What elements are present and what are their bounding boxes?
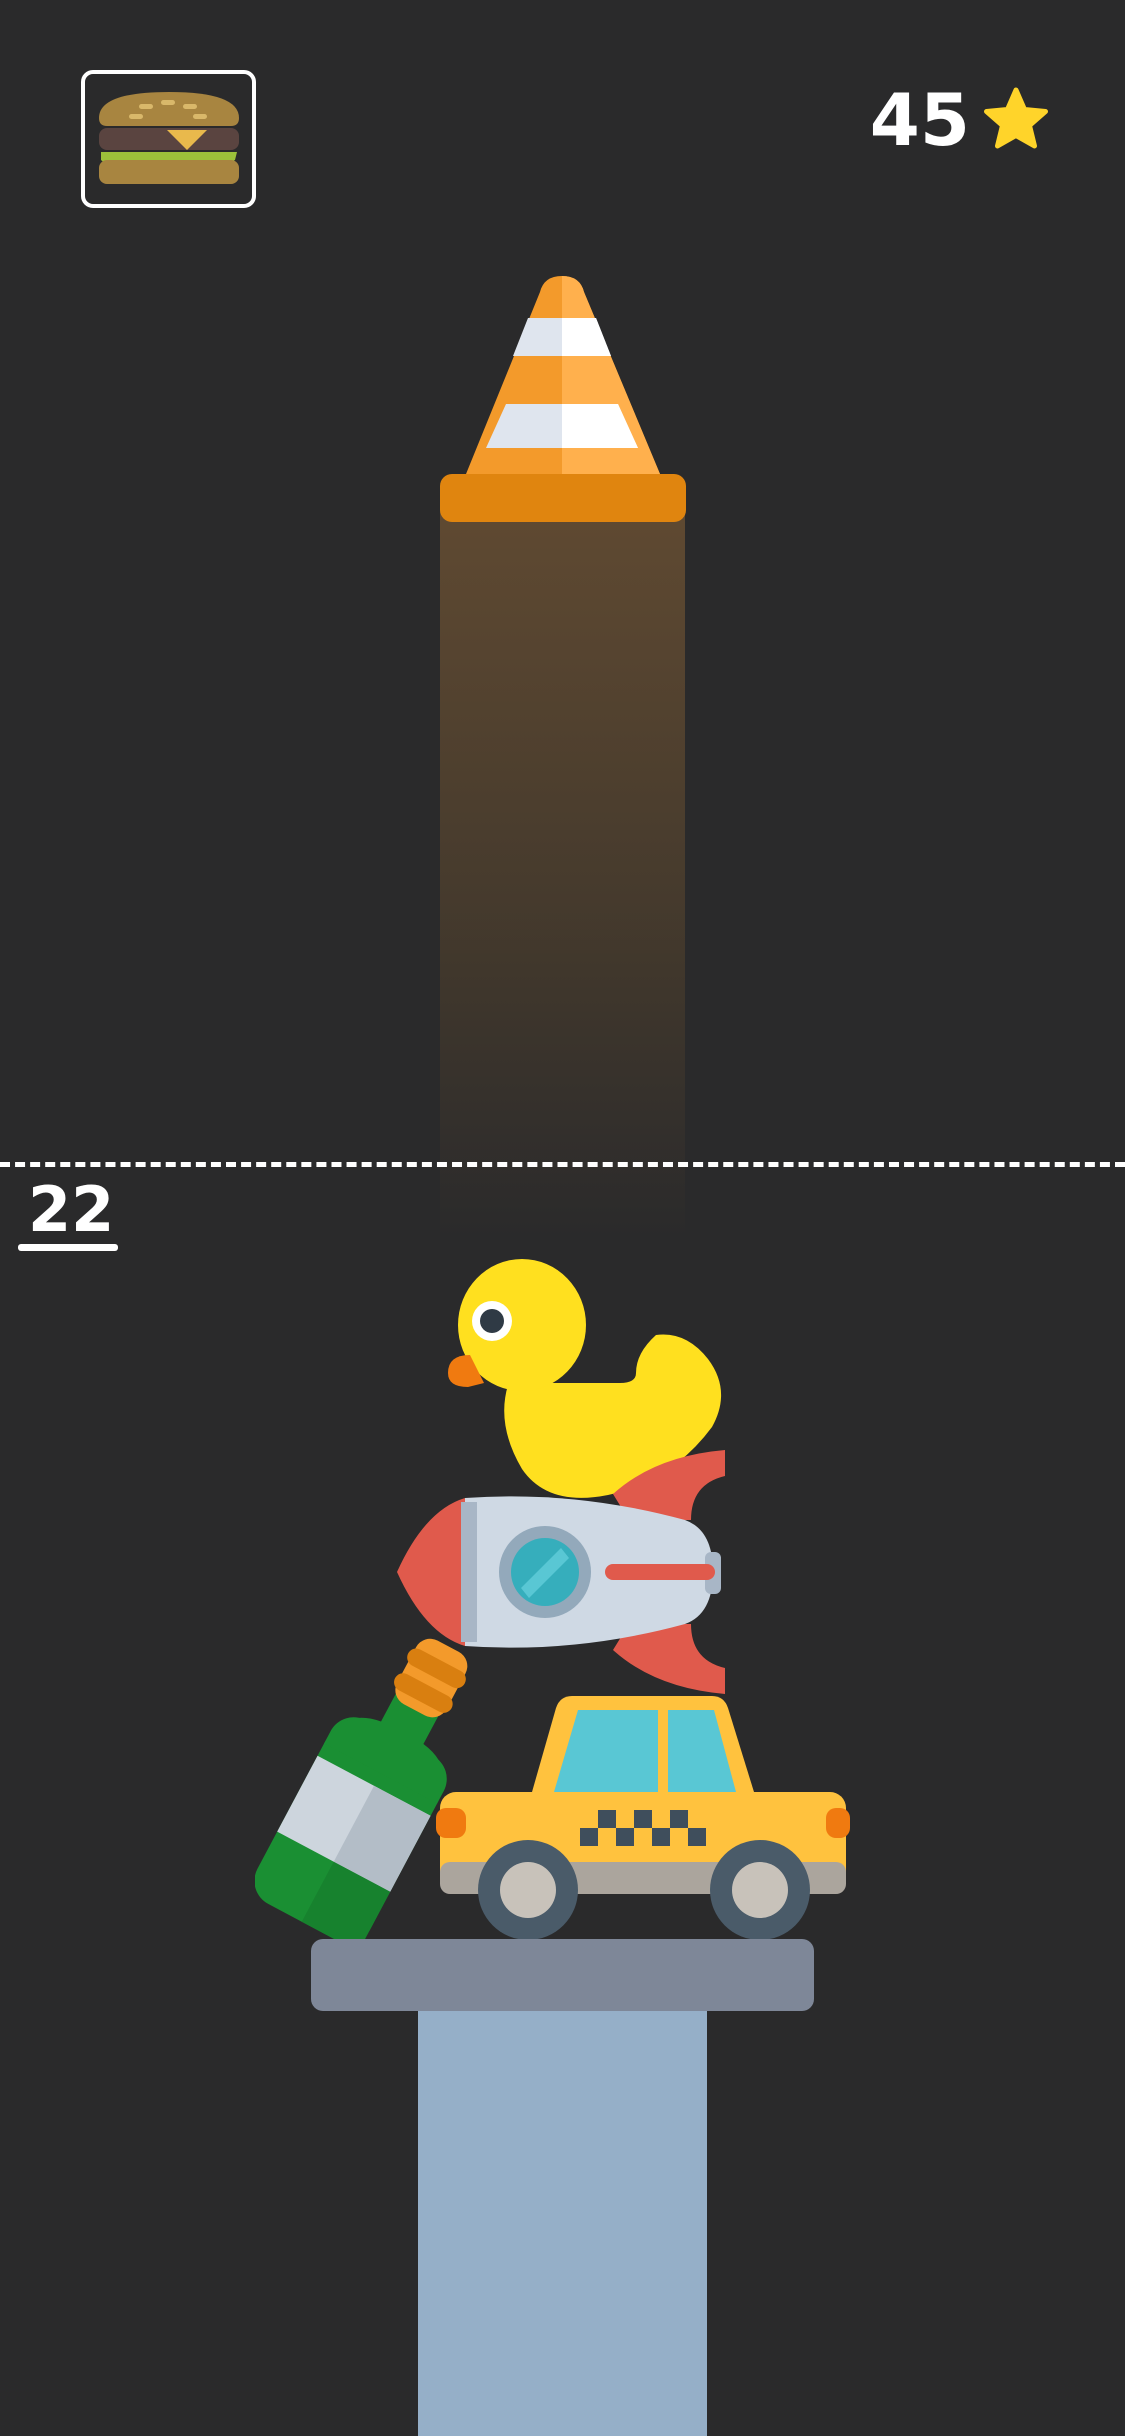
- pedestal-top: [311, 1939, 814, 2011]
- taxi-car-icon: [436, 1696, 850, 1940]
- traffic-cone-held[interactable]: [436, 270, 690, 525]
- drop-guide-beam: [440, 500, 685, 1240]
- score-display: 45: [870, 75, 1050, 165]
- traffic-cone-icon: [440, 276, 686, 522]
- height-marker-line: [0, 1162, 1125, 1167]
- height-underline: [18, 1244, 118, 1251]
- score-value: 45: [869, 78, 970, 162]
- pedestal-column: [418, 2011, 707, 2436]
- next-item-preview[interactable]: [81, 70, 256, 208]
- burger-icon: [99, 92, 239, 184]
- taxi-car-item: [436, 1690, 850, 1940]
- height-value: 22: [28, 1173, 115, 1246]
- star-icon: [984, 87, 1048, 149]
